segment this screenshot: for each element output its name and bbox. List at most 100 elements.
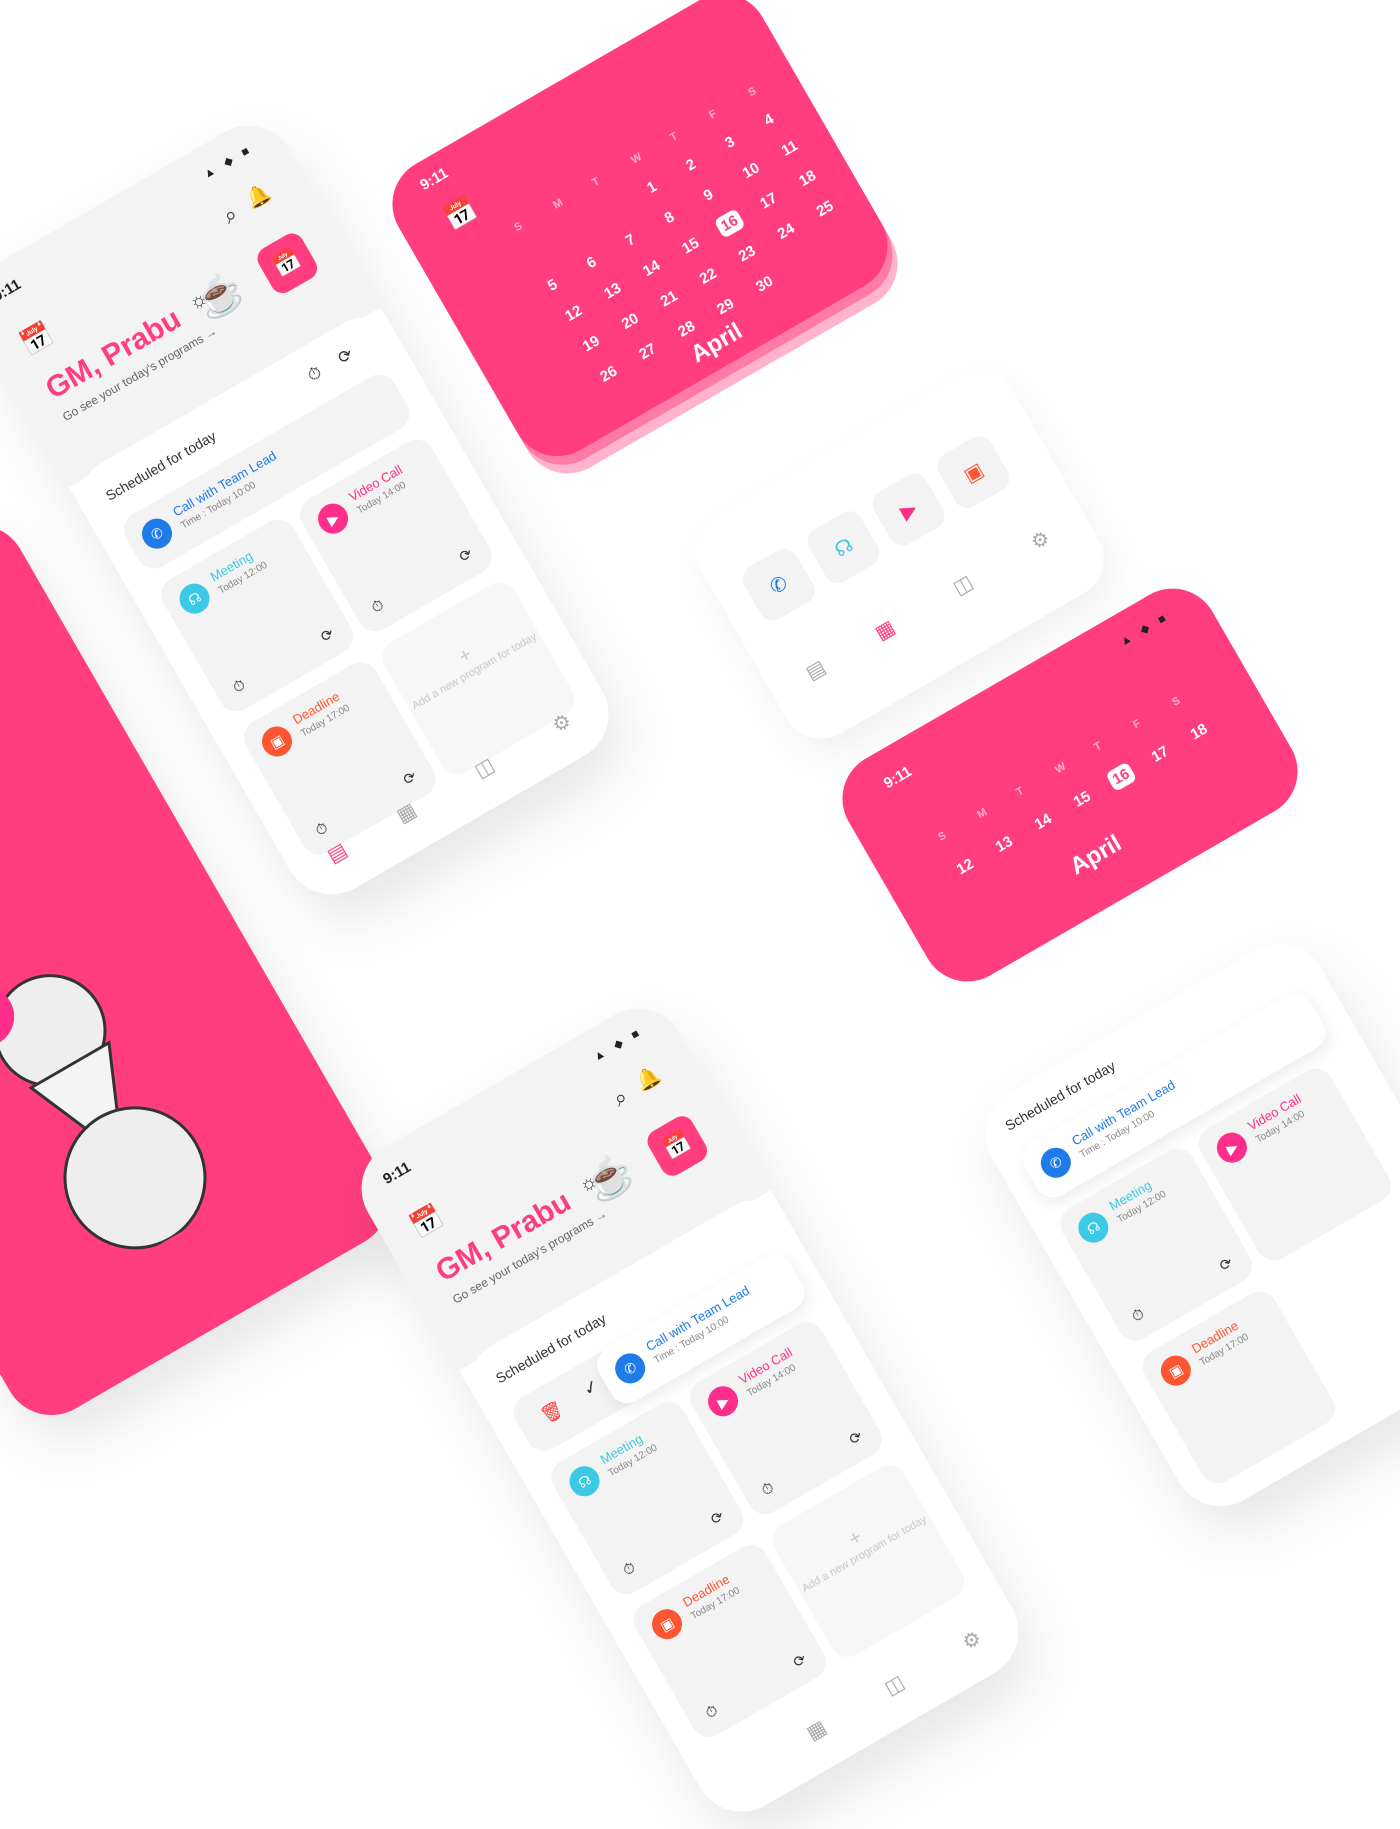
weekday-label: W — [629, 151, 645, 167]
refresh-icon[interactable]: ⟳ — [790, 1650, 809, 1672]
video-icon: ▶ — [1211, 1127, 1253, 1169]
phone-icon: ✆ — [136, 513, 178, 555]
nav-calendar-icon[interactable]: ▦ — [802, 1715, 831, 1746]
task-title: Call with Team Lead — [643, 1282, 752, 1355]
calendar-icon: ▣ — [646, 1603, 688, 1645]
date-cell[interactable]: 13 — [993, 833, 1016, 856]
video-icon[interactable]: ▶ — [867, 468, 950, 551]
timer-icon[interactable]: ⏱ — [620, 1559, 639, 1580]
calendar-logo-icon: 📅 — [438, 192, 482, 235]
timer-icon[interactable]: ⏱ — [304, 362, 325, 386]
timer-icon[interactable]: ⏱ — [702, 1702, 721, 1723]
date-cell[interactable]: 25 — [814, 197, 837, 220]
nav-settings-icon[interactable]: ⚙ — [958, 1625, 986, 1656]
nav-calendar-icon[interactable]: ▦ — [392, 797, 421, 828]
date-cell[interactable]: 28 — [675, 318, 698, 341]
weekday-label: M — [551, 196, 566, 212]
nav-profile-icon[interactable]: ◫ — [880, 1670, 909, 1701]
weekday-label: T — [1014, 784, 1027, 799]
date-cell[interactable]: 21 — [658, 287, 681, 310]
date-cell[interactable]: 14 — [640, 257, 663, 280]
date-cell-selected[interactable]: 16 — [1105, 761, 1138, 793]
weekday-label: F — [1131, 717, 1143, 732]
date-cell[interactable]: 15 — [679, 234, 702, 257]
date-cell[interactable]: 27 — [636, 340, 659, 363]
schedule-phone-right: Scheduled for today ✆ Call with Team Lea… — [967, 926, 1400, 1524]
nav-calendar-icon[interactable]: ▦ — [871, 615, 900, 646]
home-screen-phone-swipe: 9:11 ▲ ◆ ■ 📅 ⌕ 🔔 ☕ 📅 GM, Prabu ☼ Go see … — [344, 990, 1036, 1829]
weekday-label: M — [975, 806, 990, 822]
date-cell[interactable]: 8 — [662, 208, 678, 227]
date-cell[interactable]: 24 — [775, 220, 798, 243]
date-cell[interactable]: 17 — [1149, 743, 1172, 766]
calendar-icon: ▣ — [256, 721, 298, 762]
nav-profile-icon[interactable]: ◫ — [948, 570, 977, 601]
date-cell[interactable]: 9 — [701, 186, 717, 205]
date-cell[interactable]: 3 — [722, 133, 738, 152]
month-label: April — [1065, 829, 1127, 881]
weekday-label: S — [1170, 694, 1183, 709]
hourglass-illustration — [0, 926, 261, 1291]
timer-icon[interactable]: ⏱ — [230, 676, 249, 697]
nav-profile-icon[interactable]: ◫ — [470, 752, 499, 783]
nav-settings-icon[interactable]: ⚙ — [548, 708, 576, 739]
date-cell[interactable]: 12 — [562, 302, 585, 325]
timer-icon[interactable]: ⏱ — [1129, 1305, 1148, 1326]
check-icon[interactable]: ✓ — [579, 1375, 603, 1401]
refresh-icon[interactable]: ⟳ — [846, 1427, 865, 1449]
date-cell[interactable]: 10 — [740, 159, 763, 182]
date-cell[interactable]: 2 — [683, 156, 699, 175]
date-cell-selected[interactable]: 16 — [713, 208, 746, 239]
date-cell[interactable]: 14 — [1032, 810, 1055, 833]
calendar-icon: ▣ — [1155, 1350, 1197, 1392]
date-cell[interactable]: 11 — [779, 137, 801, 160]
timer-icon[interactable]: ⏱ — [369, 596, 388, 617]
phone-icon: ✆ — [1035, 1142, 1077, 1184]
weekday-label: S — [746, 85, 759, 100]
video-icon: ▶ — [702, 1380, 744, 1422]
phone-icon[interactable]: ✆ — [737, 543, 820, 626]
date-cell[interactable]: 29 — [714, 295, 737, 318]
timer-icon[interactable]: ⏱ — [759, 1479, 778, 1500]
date-cell[interactable]: 7 — [623, 231, 639, 250]
weekday-label: S — [936, 829, 949, 844]
refresh-icon[interactable]: ⟳ — [707, 1507, 727, 1529]
date-cell[interactable]: 19 — [580, 332, 603, 355]
date-cell[interactable]: 15 — [1071, 788, 1094, 811]
date-cell[interactable]: 6 — [584, 253, 600, 272]
weekday-label: F — [707, 107, 719, 122]
weekday-label: T — [590, 175, 603, 190]
month-calendar-card: 9:11 📅 S M T W T F S 1 2 3 4 5 6 7 8 9 1… — [375, 0, 905, 473]
headset-icon: ☊ — [564, 1460, 606, 1502]
nav-home-icon[interactable]: ▤ — [323, 837, 352, 868]
delete-icon[interactable]: 🗑 — [537, 1398, 567, 1428]
refresh-icon[interactable]: ⟳ — [334, 344, 356, 368]
date-cell[interactable]: 23 — [736, 242, 759, 265]
date-cell[interactable]: 18 — [1188, 720, 1211, 743]
phone-icon: ✆ — [609, 1347, 651, 1389]
headset-icon[interactable]: ☊ — [802, 506, 885, 589]
date-cell[interactable]: 18 — [796, 167, 819, 190]
status-time: 9:11 — [417, 164, 452, 194]
refresh-icon[interactable]: ⟳ — [1216, 1253, 1236, 1275]
nav-home-icon[interactable]: ▤ — [801, 655, 830, 686]
nav-settings-icon[interactable]: ⚙ — [1026, 525, 1054, 556]
calendar-icon[interactable]: ▣ — [932, 431, 1015, 514]
date-cell[interactable]: 30 — [753, 273, 776, 296]
headset-icon: ☊ — [1072, 1207, 1114, 1249]
date-cell[interactable]: 20 — [619, 310, 642, 333]
plus-icon: + — [844, 1526, 866, 1551]
date-cell[interactable]: 12 — [954, 855, 977, 878]
date-cell[interactable]: 13 — [601, 279, 624, 302]
date-cell[interactable]: 1 — [644, 178, 660, 197]
date-cell[interactable]: 4 — [761, 111, 777, 130]
date-cell[interactable]: 17 — [757, 189, 780, 212]
refresh-icon[interactable]: ⟳ — [317, 624, 337, 646]
refresh-icon[interactable]: ⟳ — [456, 544, 475, 566]
date-cell[interactable]: 26 — [597, 363, 620, 386]
weekday-label: T — [1092, 739, 1104, 754]
weekday-label: W — [1053, 760, 1069, 777]
date-cell[interactable]: 22 — [697, 265, 720, 288]
date-cell[interactable]: 5 — [545, 276, 561, 295]
video-icon: ▶ — [312, 498, 354, 540]
